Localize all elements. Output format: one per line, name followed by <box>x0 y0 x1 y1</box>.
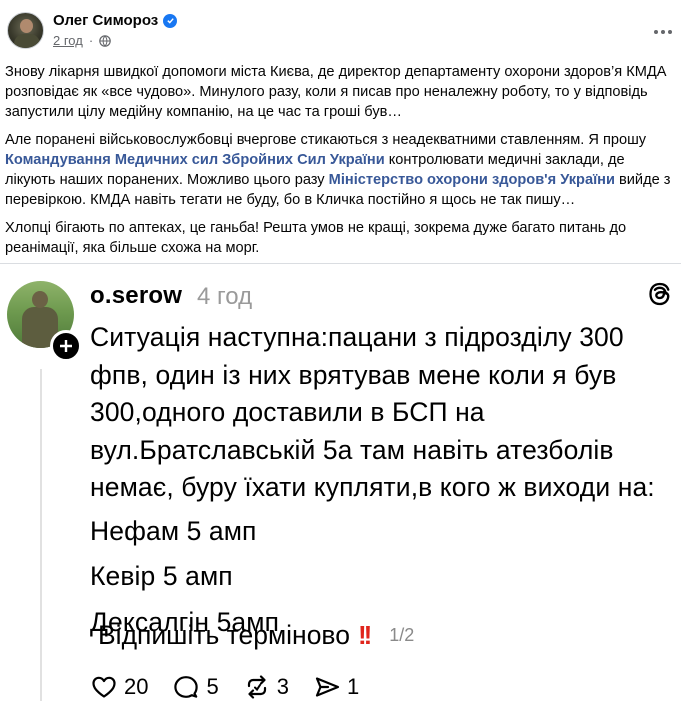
author-name-row: Олег Симороз <box>53 12 178 29</box>
page-counter: 1/2 <box>389 625 415 645</box>
heart-icon <box>92 676 116 698</box>
like-button[interactable]: 20 <box>90 673 148 701</box>
post-paragraph-2: Але поранені військовослужбовці вчергове… <box>5 130 677 210</box>
threads-actions: 20 5 3 1 <box>90 673 383 701</box>
threads-final-row: Відпишіть терміново !! 1/2 <box>98 620 414 651</box>
plus-icon[interactable] <box>50 330 82 362</box>
post-text: Знову лікарня швидкої допомоги міста Киє… <box>5 62 677 266</box>
repost-count: 3 <box>276 674 289 699</box>
verified-icon <box>163 13 178 28</box>
post-paragraph-3: Хлопці бігають по аптеках, це ганьба! Ре… <box>5 220 627 256</box>
exclamation-icon: !! <box>357 620 372 650</box>
threads-item-1: Нефам 5 амп <box>90 515 257 546</box>
like-count: 20 <box>124 674 149 699</box>
repost-icon <box>247 675 266 699</box>
comment-count: 5 <box>206 674 219 699</box>
share-icon <box>315 677 340 697</box>
globe-icon <box>99 34 111 47</box>
post-header: Олег Симороз 2 год · <box>0 0 681 58</box>
more-icon[interactable] <box>651 22 675 42</box>
threads-logo-icon <box>649 282 670 306</box>
link-medical-forces[interactable]: Командування Медичних сил Збройних Сил У… <box>5 152 385 168</box>
post-paragraph-1: Знову лікарня швидкої допомоги міста Киє… <box>5 64 667 120</box>
threads-time: 4 год <box>197 283 253 310</box>
author-name[interactable]: Олег Симороз <box>53 12 158 29</box>
thread-line <box>40 369 42 701</box>
threads-final-text: Відпишіть терміново <box>98 620 350 650</box>
threads-screenshot[interactable]: o.serow 4 год Ситуація наступна:пацани з… <box>0 263 681 701</box>
threads-line-2: фпв, один із них врятував мене коли я бу… <box>90 359 617 390</box>
author-avatar[interactable] <box>7 12 44 49</box>
comment-icon <box>174 676 199 698</box>
threads-text: Ситуація наступна:пацани з підрозділу 30… <box>90 319 680 641</box>
meta-separator: · <box>88 33 94 48</box>
threads-line-1: Ситуація наступна:пацани з підрозділу 30… <box>90 322 624 352</box>
repost-button[interactable]: 3 <box>243 673 289 701</box>
share-count: 1 <box>346 674 360 699</box>
threads-item-2: Кевір 5 амп <box>90 561 233 591</box>
share-button[interactable]: 1 <box>313 673 359 701</box>
post-time[interactable]: 2 год <box>53 33 83 48</box>
threads-username[interactable]: o.serow <box>90 282 182 310</box>
threads-line-3: 300,одного доставили в БСП на <box>90 397 485 427</box>
paragraph-2-part-1: Але поранені військовослужбовці вчергове… <box>5 132 647 148</box>
post-meta: 2 год · <box>53 33 111 48</box>
link-ministry-of-health[interactable]: Міністерство охорони здоров'я України <box>329 172 615 188</box>
threads-line-5: немає, буру їхати купляти,в кого ж виход… <box>90 472 655 502</box>
threads-line-4: вул.Братславській 5а там навіть атезболі… <box>90 434 614 465</box>
comment-button[interactable]: 5 <box>172 673 219 701</box>
